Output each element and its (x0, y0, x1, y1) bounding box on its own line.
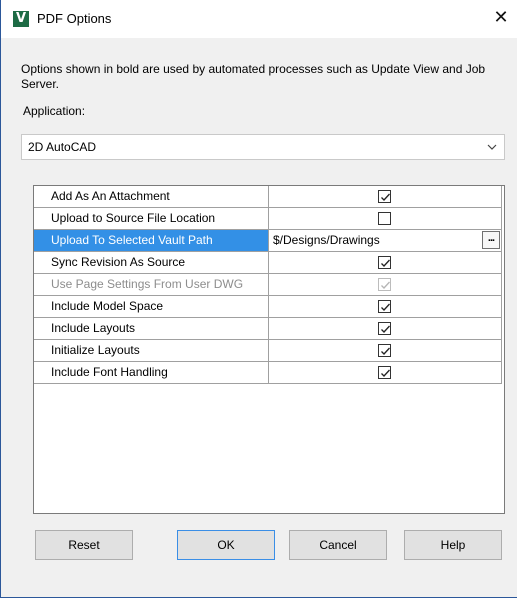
option-label[interactable]: Include Model Space (34, 296, 269, 318)
autodesk-vault-icon: V (13, 11, 29, 27)
option-value: $/Designs/Drawings ... (269, 230, 502, 252)
include-model-space-checkbox[interactable] (378, 300, 391, 313)
option-row-include-font-handling: Include Font Handling (34, 362, 502, 384)
sync-revision-checkbox[interactable] (378, 256, 391, 269)
option-value (269, 208, 502, 230)
pdf-options-dialog: V PDF Options ✕ Options shown in bold ar… (0, 0, 517, 598)
option-row-sync-revision: Sync Revision As Source (34, 252, 502, 274)
options-grid: Add As An Attachment Upload to Source Fi… (33, 185, 505, 514)
option-label[interactable]: Include Layouts (34, 318, 269, 340)
option-row-include-layouts: Include Layouts (34, 318, 502, 340)
option-value (269, 252, 502, 274)
option-value (269, 274, 502, 296)
upload-source-location-checkbox[interactable] (378, 212, 391, 225)
option-value (269, 186, 502, 208)
option-value (269, 318, 502, 340)
option-row-use-page-settings: Use Page Settings From User DWG (34, 274, 502, 296)
option-label[interactable]: Initialize Layouts (34, 340, 269, 362)
option-value (269, 296, 502, 318)
option-value (269, 340, 502, 362)
vault-path-value[interactable]: $/Designs/Drawings (273, 230, 380, 251)
option-row-include-model-space: Include Model Space (34, 296, 502, 318)
application-selected-value: 2D AutoCAD (28, 140, 97, 154)
close-button[interactable]: ✕ (484, 0, 517, 38)
option-row-initialize-layouts: Initialize Layouts (34, 340, 502, 362)
option-label[interactable]: Sync Revision As Source (34, 252, 269, 274)
option-label[interactable]: Add As An Attachment (34, 186, 269, 208)
include-layouts-checkbox[interactable] (378, 322, 391, 335)
initialize-layouts-checkbox[interactable] (378, 344, 391, 357)
ok-button[interactable]: OK (177, 530, 275, 560)
application-label: Application: (23, 104, 86, 118)
add-as-attachment-checkbox[interactable] (378, 190, 391, 203)
option-label[interactable]: Upload to Source File Location (34, 208, 269, 230)
include-font-handling-checkbox[interactable] (378, 366, 391, 379)
chevron-down-icon (486, 139, 498, 155)
cancel-button[interactable]: Cancel (289, 530, 387, 560)
title-bar: V PDF Options ✕ (1, 0, 517, 38)
option-row-add-as-attachment: Add As An Attachment (34, 186, 502, 208)
option-row-upload-vault-path: Upload To Selected Vault Path $/Designs/… (34, 230, 502, 252)
option-row-upload-source-location: Upload to Source File Location (34, 208, 502, 230)
option-label[interactable]: Include Font Handling (34, 362, 269, 384)
help-button[interactable]: Help (404, 530, 502, 560)
window-title: PDF Options (37, 11, 112, 26)
reset-button[interactable]: Reset (35, 530, 133, 560)
browse-button[interactable]: ... (482, 231, 500, 249)
option-value (269, 362, 502, 384)
application-dropdown[interactable]: 2D AutoCAD (21, 134, 505, 160)
option-label: Use Page Settings From User DWG (34, 274, 269, 296)
option-label[interactable]: Upload To Selected Vault Path (34, 230, 269, 252)
description-text: Options shown in bold are used by automa… (21, 62, 486, 91)
use-page-settings-checkbox (378, 278, 391, 291)
